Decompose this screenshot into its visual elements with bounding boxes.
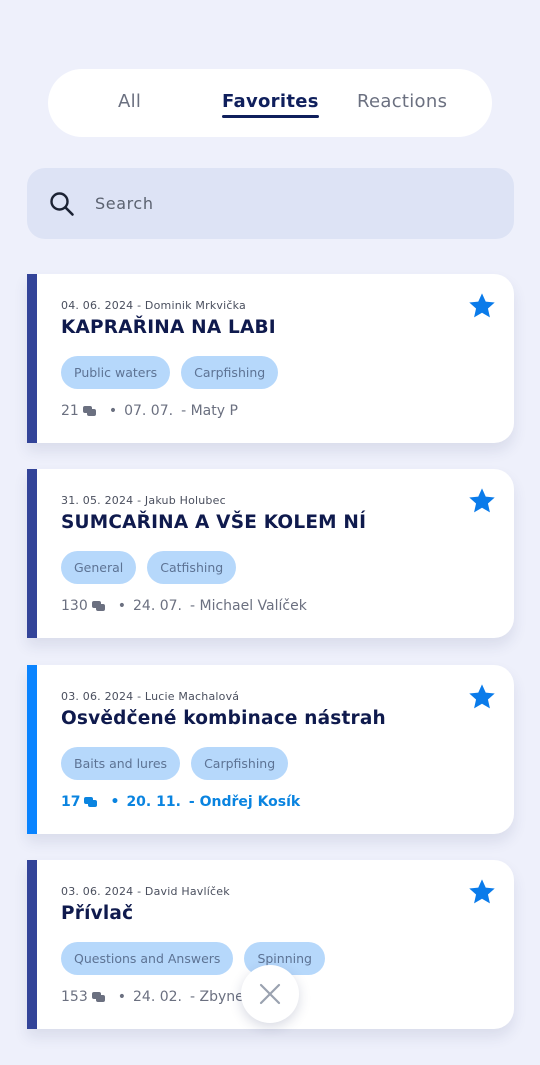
- separator-dot: •: [117, 598, 126, 614]
- post-title[interactable]: Osvědčené kombinace nástrah: [61, 708, 386, 729]
- card-accent-bar: [27, 469, 37, 638]
- separator-dot: •: [108, 403, 118, 419]
- tag-list: General Catfishing: [61, 551, 237, 584]
- post-meta: 31. 05. 2024 - Jakub Holubec: [61, 494, 226, 507]
- star-icon[interactable]: [468, 683, 496, 711]
- tag-chip[interactable]: Carpfishing: [181, 356, 279, 389]
- last-reply-date: 20. 11.: [126, 794, 181, 810]
- reply-count: 153: [61, 989, 88, 1005]
- post-card[interactable]: 03. 06. 2024 - Lucie Machalová Osvědčené…: [27, 665, 514, 834]
- search-bar: [27, 168, 514, 239]
- search-icon[interactable]: [49, 191, 75, 217]
- last-reply-author[interactable]: - Michael Valíček: [190, 598, 307, 614]
- close-button[interactable]: [241, 965, 299, 1023]
- last-reply-date: 24. 02.: [133, 989, 182, 1005]
- card-accent-bar: [27, 665, 37, 834]
- reply-count: 17: [61, 794, 81, 810]
- separator-dot: •: [117, 989, 126, 1005]
- card-accent-bar: [27, 274, 37, 443]
- post-title[interactable]: SUMCAŘINA A VŠE KOLEM NÍ: [61, 512, 366, 533]
- post-activity: 130 • 24. 07. - Michael Valíček: [61, 598, 307, 614]
- chat-bubbles-icon: [82, 405, 96, 416]
- reply-count: 130: [61, 598, 88, 614]
- post-activity: 17 • 20. 11. - Ondřej Kosík: [61, 794, 300, 810]
- last-reply-author[interactable]: - Maty P: [181, 403, 238, 419]
- tag-chip[interactable]: Catfishing: [147, 551, 237, 584]
- star-icon[interactable]: [468, 487, 496, 515]
- post-meta: 03. 06. 2024 - Lucie Machalová: [61, 690, 240, 703]
- star-icon[interactable]: [468, 292, 496, 320]
- tab-all[interactable]: All: [118, 91, 141, 113]
- post-card[interactable]: 04. 06. 2024 - Dominik Mrkvička KAPRAŘIN…: [27, 274, 514, 443]
- tag-chip[interactable]: Carpfishing: [191, 747, 289, 780]
- chat-bubbles-icon: [91, 600, 105, 611]
- post-card[interactable]: 31. 05. 2024 - Jakub Holubec SUMCAŘINA A…: [27, 469, 514, 638]
- tag-chip[interactable]: Questions and Answers: [61, 942, 234, 975]
- star-icon[interactable]: [468, 878, 496, 906]
- tab-bar: All Favorites Reactions: [48, 69, 492, 137]
- reply-count: 21: [61, 403, 79, 419]
- chat-bubbles-icon: [91, 991, 105, 1002]
- post-title[interactable]: KAPRAŘINA NA LABI: [61, 317, 276, 338]
- separator-dot: •: [110, 794, 120, 810]
- close-icon: [259, 983, 281, 1005]
- post-title[interactable]: Přívlač: [61, 903, 133, 924]
- tab-favorites[interactable]: Favorites: [222, 91, 319, 118]
- chat-bubbles-icon: [84, 796, 98, 807]
- tag-list: Baits and lures Carpfishing: [61, 747, 289, 780]
- search-input[interactable]: [95, 185, 495, 221]
- last-reply-author[interactable]: - Ondřej Kosík: [189, 794, 300, 810]
- tag-chip[interactable]: Public waters: [61, 356, 171, 389]
- post-meta: 03. 06. 2024 - David Havlíček: [61, 885, 230, 898]
- card-accent-bar: [27, 860, 37, 1029]
- tag-list: Public waters Carpfishing: [61, 356, 279, 389]
- last-reply-date: 24. 07.: [133, 598, 182, 614]
- tag-chip[interactable]: Baits and lures: [61, 747, 181, 780]
- tag-chip[interactable]: General: [61, 551, 137, 584]
- post-activity: 153 • 24. 02. - Zbynek K: [61, 989, 265, 1005]
- last-reply-date: 07. 07.: [124, 403, 174, 419]
- tab-reactions[interactable]: Reactions: [357, 91, 447, 113]
- post-meta: 04. 06. 2024 - Dominik Mrkvička: [61, 299, 246, 312]
- post-activity: 21 • 07. 07. - Maty P: [61, 403, 238, 419]
